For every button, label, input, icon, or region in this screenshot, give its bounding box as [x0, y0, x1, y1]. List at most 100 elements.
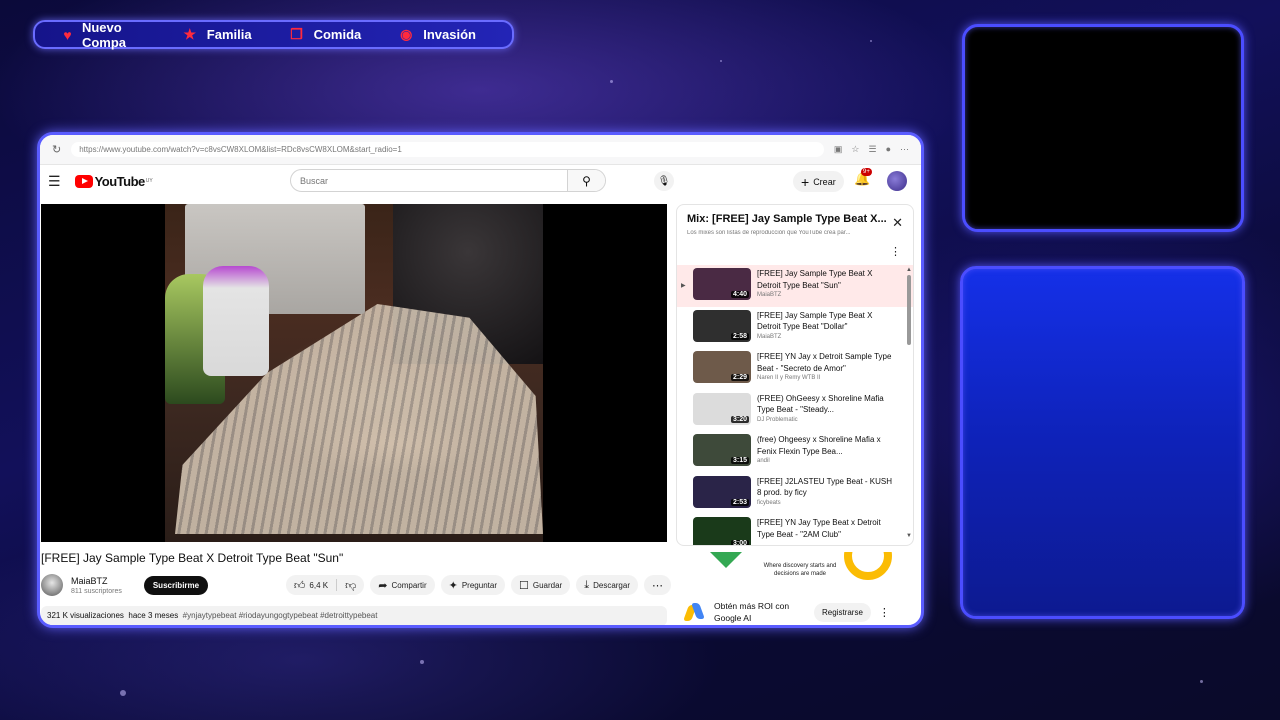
google-ads-logo	[686, 603, 706, 621]
now-playing-icon: ▶	[681, 283, 686, 289]
ad-label[interactable]: Obtén más ROI con Google AI	[714, 600, 808, 624]
channel-avatar[interactable]	[41, 574, 63, 596]
playlist-item-title[interactable]: [FREE] J2LASTEU Type Beat - KUSH 8 prod.…	[757, 476, 893, 499]
more-icon[interactable]: ⋯	[900, 144, 909, 155]
bookmark-icon: ☐	[518, 579, 529, 592]
profile-icon[interactable]: ●	[886, 144, 891, 155]
close-icon[interactable]: ✕	[892, 215, 903, 231]
refresh-icon[interactable]: ↻	[52, 143, 61, 156]
nav-item-label: Nuevo Compa	[81, 19, 126, 50]
video-thumbnail[interactable]: 4:40	[693, 268, 751, 300]
playlist-item[interactable]: 3:00 [FREE] YN Jay Type Beat x Detroit Ty…	[677, 514, 913, 545]
register-button[interactable]: Registrarse	[814, 602, 871, 622]
video-thumbnail[interactable]: 3:20	[693, 392, 751, 425]
more-vertical-icon[interactable]: ⋮	[879, 606, 890, 619]
menu-icon[interactable]: ☰	[48, 173, 61, 190]
nav-item-invasion[interactable]: ◉ Invasión	[397, 26, 476, 43]
scrollbar[interactable]	[907, 275, 911, 345]
download-button[interactable]: ⤓ Descargar	[576, 575, 638, 595]
playlist-index	[681, 393, 693, 407]
video-thumbnail[interactable]: 3:15	[693, 434, 751, 466]
split-screen-icon[interactable]: ▣	[834, 144, 843, 155]
youtube-logo[interactable]: YouTube UY	[74, 174, 153, 189]
sparkle	[120, 690, 126, 696]
like-icon[interactable]: 👍︎	[294, 579, 306, 592]
playlist-item-title[interactable]: [FREE] YN Jay x Detroit Sample Type Beat…	[757, 351, 893, 374]
video-thumbnail[interactable]: 3:00	[693, 517, 751, 545]
address-bar: ↻ https://www.youtube.com/watch?v=c8vsCW…	[40, 135, 921, 165]
playlist-item-title[interactable]: [FREE] Jay Sample Type Beat X Detroit Ty…	[757, 268, 893, 291]
download-icon: ⤓	[584, 578, 590, 591]
playlist-item[interactable]: 3:20 (FREE) OhGeesy x Shoreline Mafia Typ…	[677, 390, 913, 432]
invader-icon: ◉	[400, 26, 413, 42]
subscribe-button[interactable]: Suscribirme	[143, 575, 209, 595]
video-player[interactable]	[41, 204, 667, 542]
browser-window: ↻ https://www.youtube.com/watch?v=c8vsCW…	[37, 132, 924, 628]
create-button[interactable]: + Crear	[793, 171, 844, 192]
search-input[interactable]	[291, 175, 567, 186]
stream-nav-bar: ♥ Nuevo Compa ★ Familia ❒ Comida ◉ Invas…	[33, 20, 514, 50]
star-icon: ★	[183, 26, 197, 42]
save-button[interactable]: ☐ Guardar	[510, 575, 571, 595]
dislike-icon[interactable]: 👎︎	[345, 579, 356, 592]
chat-frame	[960, 266, 1245, 619]
duration-badge: 3:15	[730, 457, 749, 464]
url-field[interactable]: https://www.youtube.com/watch?v=c8vsCW8X…	[71, 142, 824, 157]
notifications-icon[interactable]: 🔔 9+	[854, 168, 872, 187]
description-box[interactable]: 321 K visualizaciones hace 3 meses #ynja…	[41, 606, 667, 625]
favorite-icon[interactable]: ☆	[851, 144, 859, 155]
ad-banner-text: Where discovery starts and decisions are…	[763, 563, 837, 577]
video-thumbnail[interactable]: 2:58	[693, 309, 751, 342]
share-button[interactable]: ➦ Compartir	[370, 575, 435, 595]
playlist-item[interactable]: ▶ 4:40 [FREE] Jay Sample Type Beat X Detro…	[677, 265, 913, 307]
channel-info: MaiaBTZ 811 suscriptores	[71, 576, 122, 595]
account-avatar[interactable]	[887, 171, 907, 191]
more-vertical-icon[interactable]: ⋮	[890, 245, 901, 258]
extensions-icon[interactable]: ☰	[868, 144, 876, 155]
playlist-item-channel: andil	[757, 458, 770, 464]
search-icon[interactable]: ⚲	[567, 170, 605, 191]
playlist-header: Mix: [FREE] Jay Sample Type Beat X... Lo…	[677, 205, 913, 265]
playlist-item-text: (FREE) OhGeesy x Shoreline Mafia Type Be…	[757, 393, 893, 423]
playlist-item[interactable]: 3:15 (free) Ohgeesy x Shoreline Mafia x F…	[677, 431, 913, 473]
more-icon: ⋯	[652, 579, 663, 592]
share-icon: ➦	[378, 579, 388, 592]
region-code: UY	[145, 178, 153, 184]
playlist-item-title[interactable]: [FREE] Jay Sample Type Beat X Detroit Ty…	[757, 310, 893, 333]
playlist-item[interactable]: 2:29 [FREE] YN Jay x Detroit Sample Type …	[677, 348, 913, 390]
ad-banner[interactable]: Where discovery starts and decisions are…	[676, 552, 914, 594]
nav-item-familia[interactable]: ★ Familia	[181, 26, 252, 43]
channel-name[interactable]: MaiaBTZ	[71, 576, 122, 586]
duration-badge: 2:58	[730, 332, 749, 340]
playlist-item-title[interactable]: (free) Ohgeesy x Shoreline Mafia x Fenix…	[757, 434, 893, 457]
ask-button[interactable]: ✦ Preguntar	[440, 575, 505, 595]
nav-item-label: Comida	[313, 27, 362, 42]
webcam-frame	[962, 24, 1244, 232]
playlist-index	[681, 310, 693, 324]
view-count: 321 K visualizaciones	[47, 611, 124, 620]
nav-item-label: Familia	[206, 27, 252, 42]
playlist-item[interactable]: 2:58 [FREE] Jay Sample Type Beat X Detroi…	[677, 307, 913, 349]
like-dislike-button[interactable]: 👍︎ 6,4 K 👎︎	[285, 575, 365, 595]
channel-row: MaiaBTZ 811 suscriptores Suscribirme 👍︎ …	[41, 572, 671, 598]
sparkle	[610, 80, 613, 83]
browser-toolbar: ▣ ☆ ☰ ● ⋯	[834, 144, 909, 155]
ad-decoration	[844, 552, 892, 580]
nav-item-nuevo-compa[interactable]: ♥ Nuevo Compa	[61, 20, 145, 50]
sparkle	[720, 60, 722, 62]
playlist-item-text: [FREE] J2LASTEU Type Beat - KUSH 8 prod.…	[757, 476, 893, 506]
divider	[336, 579, 338, 591]
microphone-icon[interactable]: 🎙	[654, 171, 674, 191]
playlist-item-title[interactable]: (FREE) OhGeesy x Shoreline Mafia Type Be…	[757, 393, 893, 416]
video-thumbnail[interactable]: 2:29	[693, 351, 751, 383]
playlist-title[interactable]: Mix: [FREE] Jay Sample Type Beat X...	[687, 213, 887, 225]
more-actions-button[interactable]: ⋯	[644, 575, 671, 595]
playlist-item-text: [FREE] YN Jay x Detroit Sample Type Beat…	[757, 351, 893, 381]
scroll-up-icon[interactable]: ▲	[906, 267, 912, 273]
playlist-item-title[interactable]: [FREE] YN Jay Type Beat x Detroit Type B…	[757, 517, 893, 540]
video-thumbnail[interactable]: 2:53	[693, 475, 751, 508]
scroll-down-icon[interactable]: ▼	[906, 533, 912, 539]
hashtags[interactable]: #ynjaytypebeat #riodayungogtypebeat #det…	[183, 611, 378, 620]
nav-item-comida[interactable]: ❒ Comida	[288, 26, 362, 43]
playlist-item[interactable]: 2:53 [FREE] J2LASTEU Type Beat - KUSH 8 p…	[677, 473, 913, 515]
